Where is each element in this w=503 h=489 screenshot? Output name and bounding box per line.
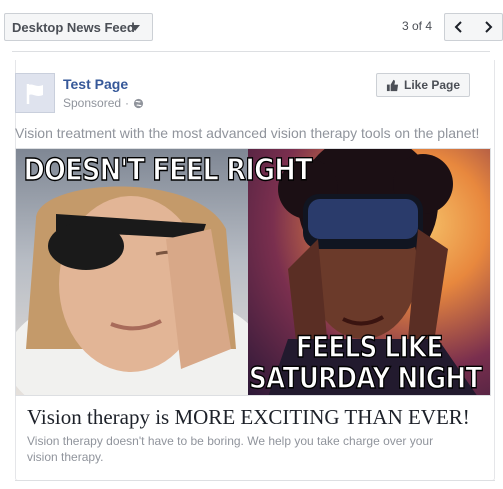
globe-icon: [133, 98, 144, 108]
caret-down-icon: [130, 25, 140, 31]
placement-dropdown[interactable]: Desktop News Feed: [4, 13, 153, 41]
ad-headline[interactable]: Vision therapy is MORE EXCITING THAN EVE…: [27, 405, 470, 430]
like-page-label: Like Page: [403, 78, 461, 92]
like-page-button[interactable]: Like Page: [376, 73, 470, 97]
pager-count: 3 of 4: [402, 19, 433, 33]
meme-top-caption: DOESN'T FEEL RIGHT: [23, 152, 313, 188]
meme-bottom-caption-line1: FEELS LIKE: [295, 329, 444, 364]
placement-dropdown-label: Desktop News Feed: [12, 19, 135, 35]
sponsored-row: Sponsored ·: [63, 96, 144, 110]
sponsored-label: Sponsored: [63, 96, 122, 110]
chevron-right-icon: [484, 21, 492, 33]
page-avatar[interactable]: [15, 73, 55, 113]
ad-description: Vision therapy doesn't have to be boring…: [27, 434, 434, 464]
previous-ad-button[interactable]: [444, 13, 474, 41]
card-bottom-border: [15, 480, 495, 481]
separator-dot: ·: [125, 96, 130, 110]
thumbs-up-icon: [386, 79, 399, 91]
next-ad-button[interactable]: [473, 13, 503, 41]
toolbar-divider: [12, 51, 490, 52]
post-text: Vision treatment with the most advanced …: [15, 125, 480, 141]
preview-toolbar: Desktop News Feed 3 of 4: [0, 0, 503, 52]
meme-bottom-caption-line2: SATURDAY NIGHT: [248, 360, 483, 395]
page-name-link[interactable]: Test Page: [63, 76, 128, 92]
ad-image[interactable]: DOESN'T FEEL RIGHT FEELS LIKE SATURDAY N…: [15, 148, 491, 396]
chevron-left-icon: [454, 21, 462, 33]
flag-icon: [26, 84, 43, 104]
